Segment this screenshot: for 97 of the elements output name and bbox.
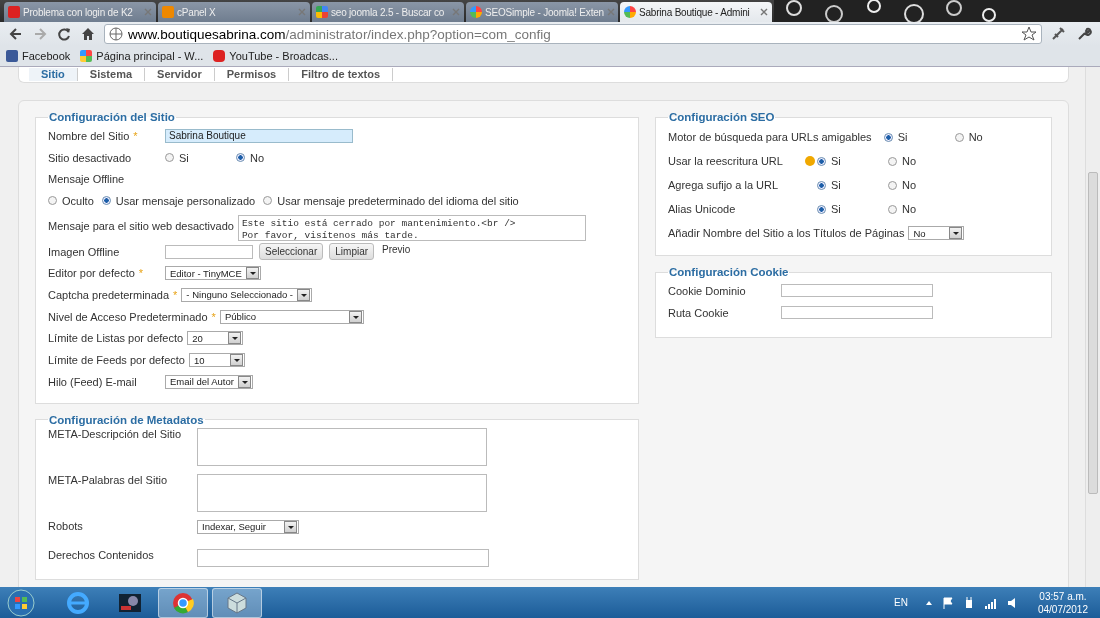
text-field[interactable]	[197, 549, 489, 568]
close-icon[interactable]	[760, 8, 768, 16]
radio-option[interactable]: Usar mensaje personalizado	[101, 194, 256, 207]
scrollbar[interactable]	[1085, 67, 1100, 587]
site-icon	[162, 6, 174, 18]
dropdown[interactable]: - Ninguno Seleccionado -	[181, 287, 313, 302]
bookmark[interactable]: Página principal - W...	[80, 50, 204, 62]
cube-icon	[224, 590, 250, 615]
message-field[interactable]: Este sitio está cerrado por mantenimiento.<br /> Por favor, visítenos más tarde.	[237, 214, 586, 241]
group-title: Configuración Cookie	[668, 266, 790, 278]
field-label: Mensaje Offline	[48, 173, 125, 186]
field-label: Nombre del Sitio	[48, 129, 130, 142]
radio-option[interactable]: Si	[817, 179, 888, 191]
radio-option[interactable]: Si	[883, 131, 955, 143]
dropdown[interactable]: No	[908, 226, 965, 240]
radio-option[interactable]: Si	[165, 151, 236, 164]
site-icon	[316, 6, 328, 18]
clock-time[interactable]: 03:57 a.m.	[1039, 589, 1087, 603]
flag-icon[interactable]	[941, 596, 954, 609]
required-mark: *	[173, 288, 178, 301]
field-label: Límite de Listas por defecto	[48, 332, 184, 345]
field-label: Agrega sufijo a la URL	[668, 179, 780, 191]
required-mark: *	[138, 267, 144, 280]
field-label: Captcha predeterminada	[48, 288, 170, 301]
radio-option[interactable]: Usar mensaje predeterminado del idioma del sitio	[263, 194, 519, 207]
preview-label: Previo	[382, 243, 411, 255]
taskbar-app[interactable]	[158, 587, 208, 618]
field-label: Derechos Contenidos	[48, 549, 155, 562]
language-indicator[interactable]: EN	[894, 597, 908, 608]
globe-icon	[109, 27, 123, 41]
browser-icon	[170, 590, 196, 615]
field-label: Límite de Feeds por defecto	[48, 354, 185, 367]
address-bar[interactable]: www.boutiquesabrina.com/administrator/index.php?option=com_config	[104, 24, 1042, 44]
field-label: Hilo (Feed) E-mail	[48, 375, 137, 388]
section-tab[interactable]: Sistema	[77, 68, 146, 81]
radio-option[interactable]: No	[888, 203, 959, 215]
home-icon[interactable]	[80, 26, 96, 42]
forward-icon[interactable]	[32, 26, 48, 42]
site-icon	[470, 6, 482, 18]
dropdown[interactable]: Editor - TinyMCE	[165, 266, 261, 281]
radio-option[interactable]: Oculto	[48, 194, 94, 207]
field-label: Nivel de Acceso Predeterminado	[48, 310, 208, 323]
radio-option[interactable]: No	[954, 131, 1026, 143]
section-tab[interactable]: Servidor	[145, 68, 215, 81]
field-label: Alias Unicode	[668, 203, 737, 215]
field-label: META-Palabras del Sitio	[48, 473, 168, 486]
site-icon	[624, 6, 636, 18]
text-field[interactable]: Sabrina Boutique	[165, 128, 353, 143]
section-tab[interactable]: Permisos	[214, 68, 290, 81]
radio-option[interactable]: No	[888, 155, 959, 167]
group-title: Configuración del Sitio	[48, 111, 176, 123]
text-field[interactable]	[781, 306, 933, 320]
text-area[interactable]	[197, 473, 487, 512]
field-label: Mensaje para el sitio web desactivado	[48, 220, 234, 233]
image-button[interactable]: Limpiar	[329, 243, 375, 261]
required-mark: *	[211, 310, 216, 323]
field-label: Cookie Dominio	[668, 284, 747, 297]
browser-icon	[65, 590, 91, 615]
field-label: Motor de búsqueda para URLs amigables	[668, 131, 872, 143]
field-label: Usar la reescritura URL	[668, 155, 784, 167]
bookmark[interactable]: Facebook	[6, 50, 71, 62]
field-label: Sitio desactivado	[48, 151, 132, 164]
field-label: META-Descripción del Sitio	[48, 427, 183, 440]
field-label: Ruta Cookie	[668, 306, 730, 319]
text-area[interactable]	[197, 427, 487, 466]
dropdown[interactable]: Público	[219, 309, 364, 324]
back-icon[interactable]	[8, 26, 24, 42]
field-label: Editor por defecto	[48, 267, 135, 280]
signal-icon[interactable]	[983, 596, 998, 609]
dropdown[interactable]: 10	[188, 353, 245, 368]
site-icon	[8, 6, 20, 18]
radio-option[interactable]: Si	[817, 203, 888, 215]
reload-icon[interactable]	[56, 26, 72, 42]
radio-option[interactable]: Si	[817, 155, 888, 167]
wrench-icon[interactable]	[1076, 26, 1092, 42]
radio-option[interactable]: No	[888, 179, 959, 191]
section-tab[interactable]: Sitio	[29, 68, 78, 81]
browser-tab[interactable]: Sabrina Boutique - Admini	[620, 2, 772, 22]
image-field[interactable]	[165, 244, 253, 259]
clock-date[interactable]: 04/07/2012	[1037, 602, 1088, 616]
required-mark: *	[133, 129, 138, 142]
taskbar-app[interactable]	[212, 587, 262, 618]
start-button[interactable]	[6, 587, 36, 618]
bookmark[interactable]: YouTube - Broadcas...	[213, 50, 338, 62]
group-title: Configuración de Metadatos	[48, 413, 205, 426]
section-tab[interactable]: Filtro de textos	[289, 68, 394, 81]
field-label: Añadir Nombre del Sitio a los Títulos de Páginas	[668, 227, 905, 239]
dropdown[interactable]: 20	[187, 331, 244, 346]
dropdown[interactable]: Email del Autor	[165, 374, 253, 389]
star-icon[interactable]	[1021, 26, 1037, 42]
group-title: Configuración SEO	[668, 111, 776, 123]
field-label: Robots	[48, 519, 84, 532]
radio-option[interactable]: No	[236, 151, 307, 164]
field-label: Imagen Offline	[48, 245, 120, 258]
dropdown[interactable]: Indexar, Seguir	[197, 519, 299, 534]
text-field[interactable]	[781, 284, 933, 298]
image-button[interactable]: Seleccionar	[259, 243, 324, 261]
